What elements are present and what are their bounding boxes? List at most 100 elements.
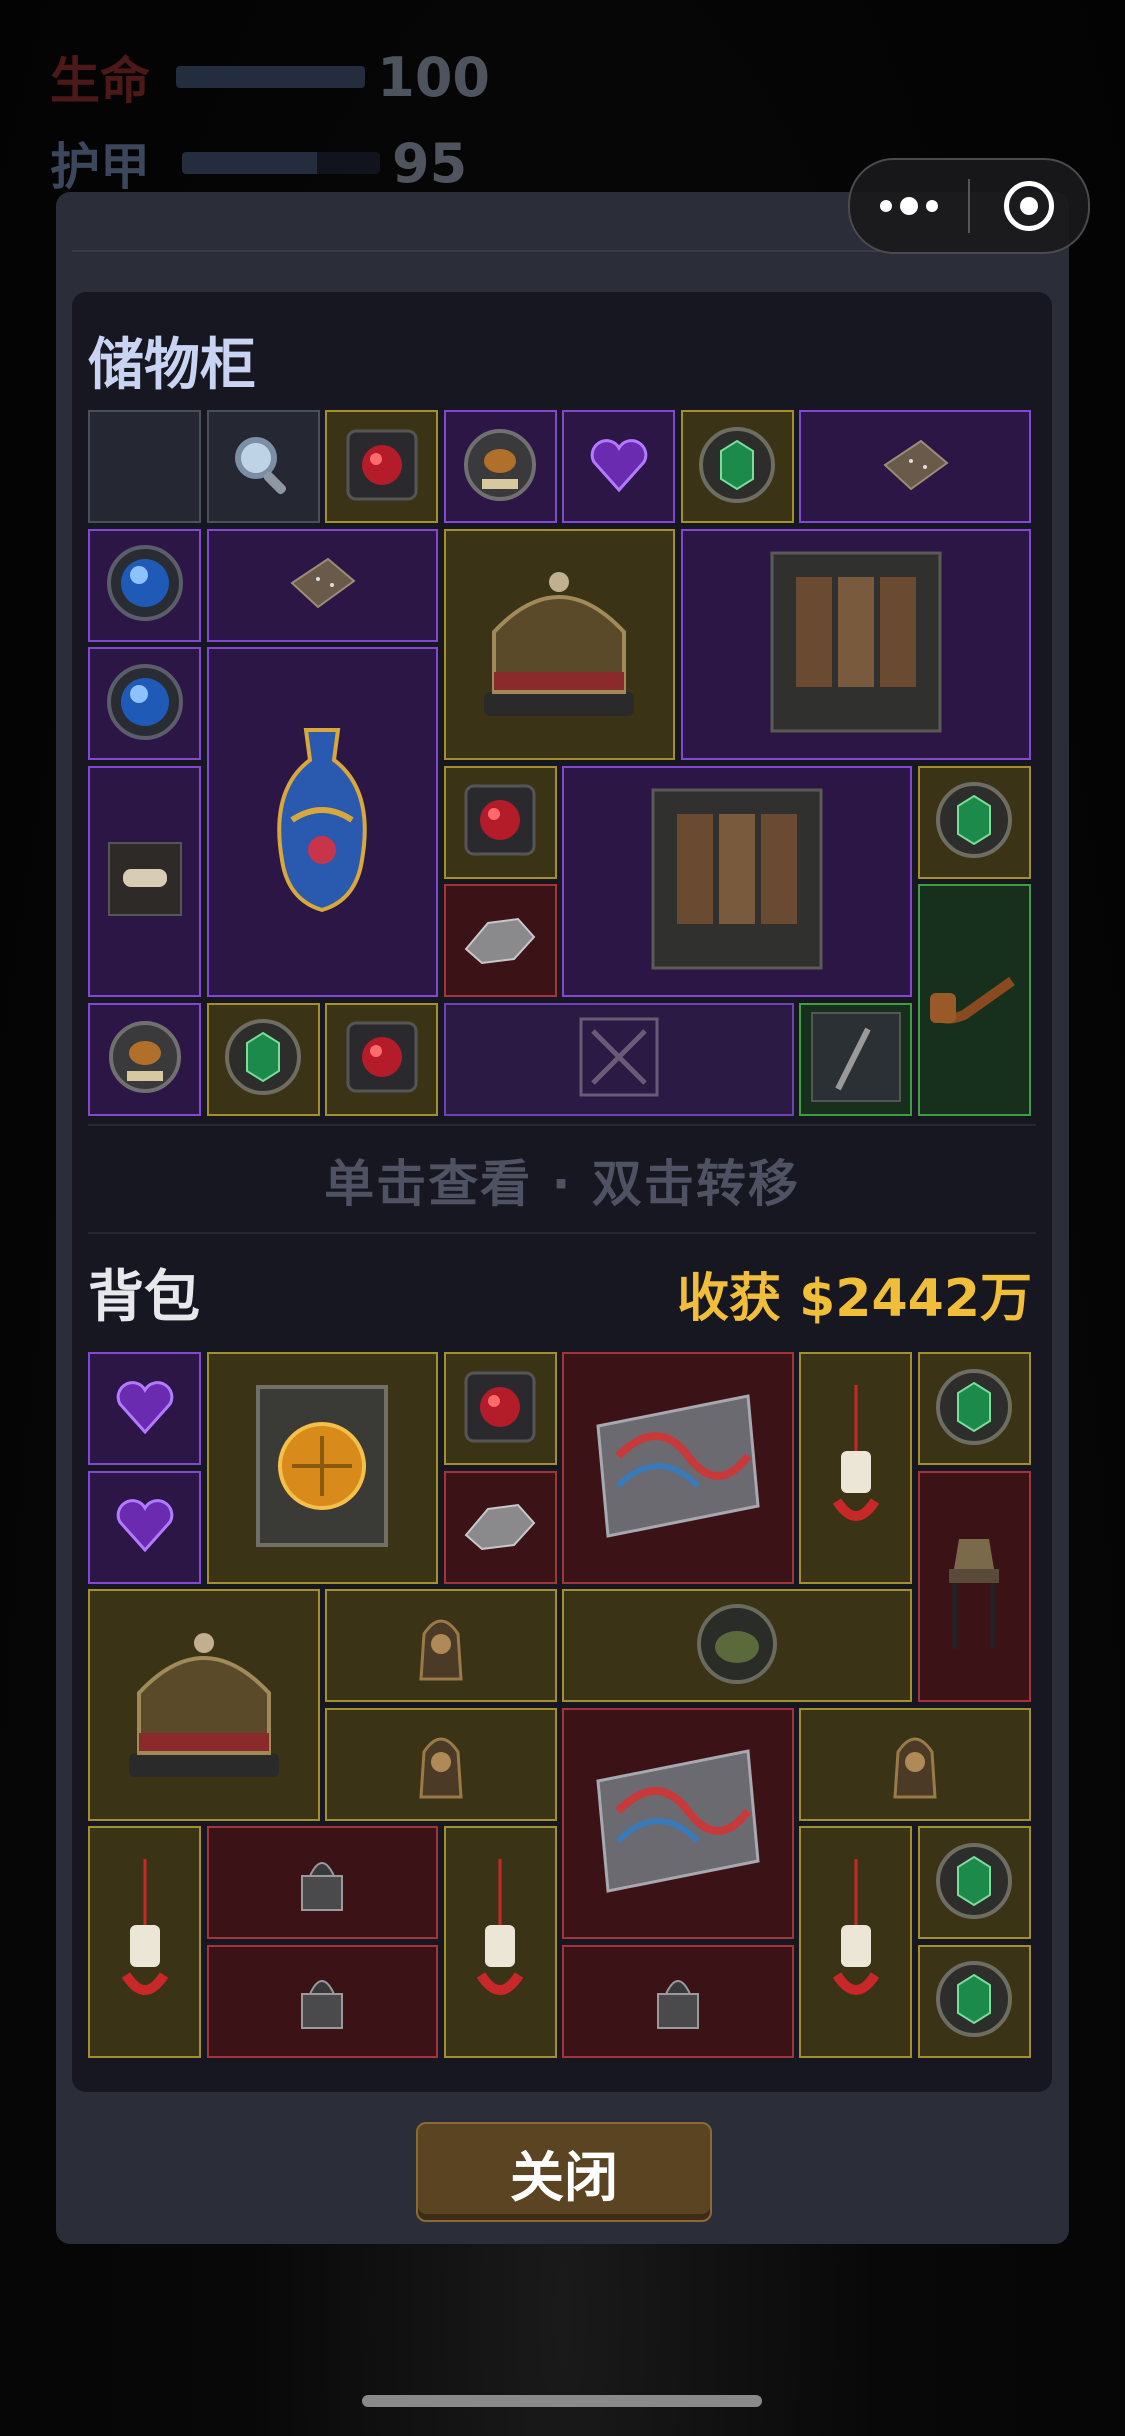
heart-icon	[584, 430, 654, 504]
backpack-item-purple-heart-2[interactable]	[88, 1470, 201, 1584]
armor-bar-fill	[182, 152, 317, 174]
storage-item-bronze-medallion[interactable]	[443, 410, 557, 523]
backpack-item-purple-heart[interactable]	[88, 1352, 201, 1465]
backpack-item-jade-seal[interactable]	[206, 1826, 438, 1939]
backpack-item-pharaoh-bust[interactable]	[325, 1589, 557, 1702]
exit-target-icon[interactable]	[970, 160, 1088, 252]
storage-grid	[88, 410, 1036, 1116]
hint-divider-bottom	[88, 1232, 1036, 1234]
inventory-panel: 储物柜 单击查看 · 双击转移 背包 收获 $2442万	[72, 292, 1052, 2092]
vase-icon	[262, 720, 382, 924]
backpack-item-bronze-stand[interactable]	[917, 1470, 1031, 1702]
storage-item-emerald-disc[interactable]	[680, 410, 794, 523]
storage-item-stone-tablet-2[interactable]	[206, 528, 438, 642]
storage-item-red-gem-box-2[interactable]	[443, 765, 557, 879]
medallion-icon	[460, 425, 540, 509]
backpack-item-silver-ore[interactable]	[443, 1470, 557, 1584]
backpack-item-jade-seal-3[interactable]	[562, 1944, 794, 2058]
harvest-value: 收获 $2442万	[676, 1269, 1032, 1329]
armor-label: 护甲	[50, 138, 150, 196]
backpack-item-red-gem-box[interactable]	[443, 1352, 557, 1465]
backpack-item-jade-seal-2[interactable]	[206, 1944, 438, 2058]
hp-bar-fill	[176, 66, 366, 88]
backpack-item-emerald-disc-3[interactable]	[917, 1944, 1031, 2058]
amber-icon	[252, 1381, 392, 1555]
emerald-icon	[932, 1957, 1016, 2045]
tablet-icon	[282, 553, 362, 617]
picture-icon	[808, 1009, 904, 1109]
backpack-item-turtle-coin[interactable]	[562, 1589, 912, 1702]
storage-item-silver-ore[interactable]	[443, 884, 557, 997]
backpack-item-dragon-panel[interactable]	[562, 1352, 794, 1584]
hp-bar	[176, 66, 366, 88]
tablet-icon	[875, 435, 955, 499]
storage-item-purple-heart[interactable]	[562, 410, 675, 523]
pendant-icon	[821, 1855, 891, 2029]
pipe-icon	[924, 963, 1024, 1037]
storage-item-emerald-disc-2[interactable]	[917, 765, 1031, 879]
backpack-item-crown[interactable]	[88, 1589, 320, 1821]
emerald-icon	[221, 1015, 305, 1103]
storage-item-blue-orb-2[interactable]	[88, 647, 201, 760]
hp-label: 生命	[50, 52, 150, 110]
backpack-item-jade-pendant-3[interactable]	[443, 1826, 557, 2058]
backpack-item-jade-pendant-2[interactable]	[88, 1826, 201, 2058]
pendant-icon	[465, 1855, 535, 2029]
seal-icon	[292, 1964, 352, 2038]
orb-icon	[103, 660, 187, 748]
backpack-item-amber-plaque[interactable]	[206, 1352, 438, 1584]
ruby-box-icon	[460, 1367, 540, 1451]
storage-item-porcelain-vase[interactable]	[206, 647, 438, 997]
backpack-item-dragon-panel-2[interactable]	[562, 1707, 794, 1939]
backpack-item-pharaoh-bust-2[interactable]	[325, 1707, 557, 1821]
armor-value: 95	[392, 131, 468, 195]
storage-item-empty-slot[interactable]	[88, 410, 201, 523]
backpack-item-jade-pendant[interactable]	[799, 1352, 912, 1584]
ore-icon	[458, 909, 542, 973]
pendant-icon	[821, 1381, 891, 1555]
scroll-icon	[105, 839, 185, 923]
seal-icon	[648, 1964, 708, 2038]
dragon-icon	[588, 1386, 768, 1550]
backpack-title: 背包	[88, 1265, 200, 1330]
turtle-icon	[692, 1599, 782, 1693]
storage-item-bronze-medallion-2[interactable]	[88, 1002, 201, 1116]
home-indicator[interactable]	[362, 2395, 762, 2407]
storage-item-ivory-screen-2[interactable]	[562, 765, 912, 997]
storage-item-crown[interactable]	[443, 528, 675, 760]
storage-item-emerald-disc-3[interactable]	[206, 1002, 320, 1116]
storage-item-search-slot[interactable]	[206, 410, 320, 523]
more-icon[interactable]	[850, 160, 968, 252]
status-hud: 生命 100 护甲 95	[50, 40, 490, 212]
bust-icon	[406, 1722, 476, 1806]
storage-item-dark-picture[interactable]	[799, 1002, 912, 1116]
storage-item-scroll[interactable]	[88, 765, 201, 997]
ore-icon	[458, 1495, 542, 1559]
armor-bar	[182, 152, 380, 174]
storage-item-red-gem-box[interactable]	[325, 410, 438, 523]
emerald-icon	[932, 1365, 1016, 1453]
orb-icon	[103, 541, 187, 629]
backpack-item-jade-pendant-4[interactable]	[799, 1826, 912, 2058]
magnifier-icon	[228, 430, 298, 504]
crown-icon	[109, 1613, 299, 1797]
ruby-box-icon	[342, 1017, 422, 1101]
storage-item-ivory-screen[interactable]	[680, 528, 1031, 760]
pendant-icon	[110, 1855, 180, 2029]
close-button[interactable]: 关闭	[416, 2122, 712, 2222]
storage-item-red-gem-box-3[interactable]	[325, 1002, 438, 1116]
backpack-item-emerald-disc-2[interactable]	[917, 1826, 1031, 1939]
hint-text: 单击查看 · 双击转移	[324, 1155, 800, 1213]
seal-icon	[292, 1846, 352, 1920]
storage-item-blue-orb[interactable]	[88, 528, 201, 642]
ruby-box-icon	[460, 780, 540, 864]
screen-icon	[766, 547, 946, 741]
miniprogram-capsule	[848, 158, 1090, 254]
backpack-item-emerald-disc[interactable]	[917, 1352, 1031, 1465]
emerald-icon	[932, 778, 1016, 866]
storage-item-stone-tablet[interactable]	[799, 410, 1031, 523]
medallion-icon	[105, 1017, 185, 1101]
backpack-item-pharaoh-bust-3[interactable]	[799, 1707, 1031, 1821]
storage-item-weapon-slot[interactable]	[443, 1002, 794, 1116]
storage-item-pipe[interactable]	[917, 884, 1031, 1116]
